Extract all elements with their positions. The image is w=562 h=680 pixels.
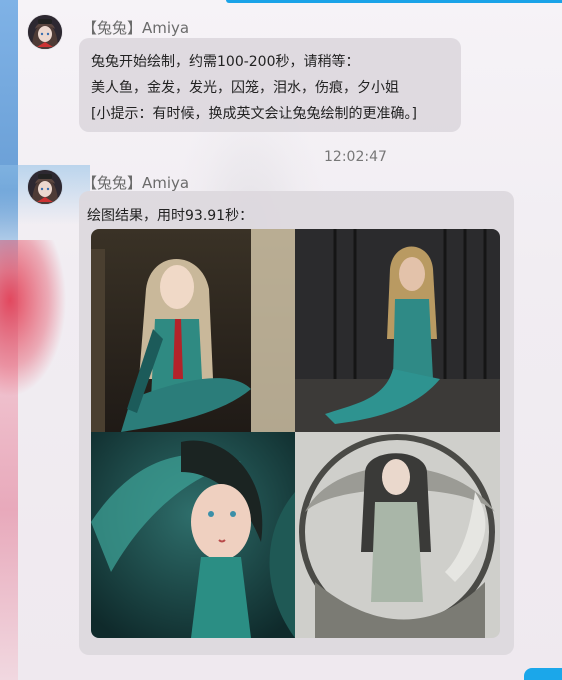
top-accent-bar <box>226 0 562 3</box>
mermaid-image-2[interactable] <box>295 229 500 432</box>
message-bubble[interactable]: 兔兔开始绘制，约需100-200秒，请稍等： 美人鱼，金发，发光，囚笼，泪水，伤… <box>79 38 461 132</box>
avatar[interactable] <box>28 170 62 204</box>
sender-name: 【兔兔】Amiya <box>82 19 190 37</box>
message-line: [小提示：有时候，换成英文会让兔兔绘制的更准确。] <box>91 106 417 122</box>
image-grid[interactable] <box>91 229 500 638</box>
mermaid-image-4[interactable] <box>295 432 500 638</box>
message-timestamp: 12:02:47 <box>324 149 387 165</box>
message-bubble[interactable]: 绘图结果，用时93.91秒： <box>79 191 514 655</box>
message-line: 兔兔开始绘制，约需100-200秒，请稍等： <box>91 54 360 70</box>
mermaid-image-1[interactable] <box>91 229 295 432</box>
avatar[interactable] <box>28 15 62 49</box>
result-caption: 绘图结果，用时93.91秒： <box>87 208 254 224</box>
send-button[interactable] <box>524 668 562 680</box>
background-red-drape <box>0 240 80 440</box>
sender-name: 【兔兔】Amiya <box>82 174 190 192</box>
message-line: 美人鱼，金发，发光，囚笼，泪水，伤痕，夕小姐 <box>91 80 399 96</box>
mermaid-image-3[interactable] <box>91 432 295 638</box>
